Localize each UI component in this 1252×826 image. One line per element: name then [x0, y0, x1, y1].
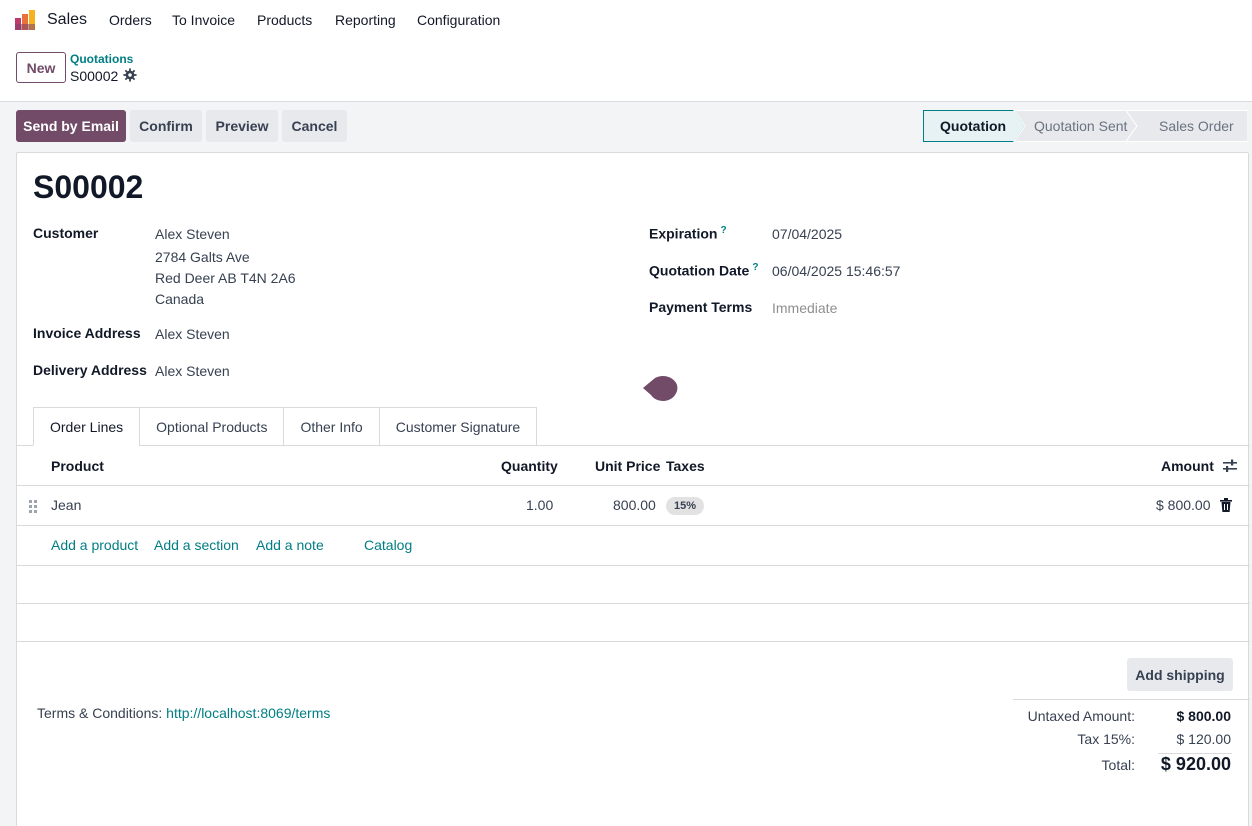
- nav-products[interactable]: Products: [257, 12, 312, 28]
- terms-label: Terms & Conditions:: [37, 705, 163, 721]
- delivery-address-field[interactable]: Alex Steven: [155, 363, 230, 379]
- quotation-date-label: Quotation Date?: [649, 262, 758, 279]
- drag-handle-icon[interactable]: [28, 499, 38, 513]
- payment-terms-field[interactable]: Immediate: [772, 300, 837, 316]
- control-panel: New Quotations S00002: [0, 40, 1252, 102]
- column-taxes[interactable]: Taxes: [666, 458, 705, 474]
- action-bar: Send by Email Confirm Preview Cancel Quo…: [0, 102, 1252, 152]
- row-unit-price[interactable]: 800.00: [613, 497, 656, 513]
- total-value: $ 920.00: [1160, 754, 1231, 774]
- cancel-button[interactable]: Cancel: [282, 110, 347, 142]
- help-icon[interactable]: ?: [752, 262, 758, 273]
- top-navbar: Sales Orders To Invoice Products Reporti…: [0, 0, 1252, 40]
- notebook-tabs: Order Lines Optional Products Other Info…: [33, 407, 538, 446]
- trash-icon[interactable]: [1220, 498, 1232, 512]
- expiration-label-text: Expiration: [649, 225, 718, 242]
- customer-name[interactable]: Alex Steven: [155, 226, 230, 242]
- nav-to-invoice[interactable]: To Invoice: [172, 12, 235, 28]
- invoice-address-field[interactable]: Alex Steven: [155, 326, 230, 342]
- tab-other-info[interactable]: Other Info: [283, 407, 380, 446]
- mouse-cursor-icon: [643, 376, 678, 401]
- help-icon[interactable]: ?: [720, 225, 726, 236]
- add-shipping-button[interactable]: Add shipping: [1127, 658, 1233, 691]
- column-amount[interactable]: Amount: [1161, 458, 1214, 474]
- tab-customer-signature[interactable]: Customer Signature: [378, 407, 538, 446]
- stage-quotation[interactable]: Quotation: [923, 110, 1025, 142]
- expiration-field[interactable]: 07/04/2025: [772, 226, 842, 242]
- add-line-row: Add a product Add a section Add a note C…: [17, 526, 1250, 566]
- customer-label: Customer: [33, 225, 99, 241]
- tab-optional-products[interactable]: Optional Products: [139, 407, 285, 446]
- stage-quotation-sent[interactable]: Quotation Sent: [1025, 110, 1137, 142]
- add-section-link[interactable]: Add a section: [154, 537, 239, 553]
- column-quantity[interactable]: Quantity: [501, 458, 558, 474]
- payment-terms-label: Payment Terms: [649, 299, 753, 315]
- delivery-address-label: Delivery Address: [33, 362, 147, 378]
- column-unit-price[interactable]: Unit Price: [595, 458, 660, 474]
- column-product[interactable]: Product: [51, 458, 104, 474]
- expiration-label: Expiration?: [649, 225, 727, 242]
- terms-and-conditions: Terms & Conditions: http://localhost:806…: [37, 705, 330, 721]
- add-product-link[interactable]: Add a product: [51, 537, 138, 553]
- nav-configuration[interactable]: Configuration: [417, 12, 500, 28]
- table-row[interactable]: Jean 1.00 800.00 15% $ 800.00: [17, 486, 1250, 526]
- quotation-date-field[interactable]: 06/04/2025 15:46:57: [772, 263, 900, 279]
- row-product[interactable]: Jean: [51, 497, 81, 513]
- customer-address-line-3: Canada: [155, 291, 205, 307]
- status-bar: Quotation Quotation Sent Sales Order: [923, 110, 1248, 142]
- tax-value: $ 120.00: [1176, 731, 1232, 747]
- tax-badge[interactable]: 15%: [666, 497, 705, 515]
- send-by-email-button[interactable]: Send by Email: [16, 110, 126, 142]
- catalog-link[interactable]: Catalog: [364, 537, 412, 553]
- order-name: S00002: [33, 169, 144, 205]
- table-header: Product Quantity Unit Price Taxes Amount: [17, 446, 1250, 486]
- tax-label: Tax 15%:: [1077, 731, 1135, 747]
- tab-order-lines[interactable]: Order Lines: [33, 407, 141, 446]
- customer-address-line-2: Red Deer AB T4N 2A6: [155, 270, 296, 286]
- stage-sales-order[interactable]: Sales Order: [1137, 110, 1248, 142]
- total-label: Total:: [1101, 757, 1135, 773]
- totals-divider: [1013, 699, 1250, 700]
- invoice-address-label: Invoice Address: [33, 325, 141, 341]
- preview-button[interactable]: Preview: [206, 110, 278, 142]
- new-button[interactable]: New: [16, 52, 66, 83]
- nav-reporting[interactable]: Reporting: [335, 12, 396, 28]
- add-note-link[interactable]: Add a note: [256, 537, 324, 553]
- breadcrumb-current: S00002: [70, 68, 119, 84]
- gear-icon[interactable]: [123, 68, 137, 82]
- customer-address-line-1: 2784 Galts Ave: [155, 249, 250, 265]
- sales-app-icon[interactable]: [14, 8, 38, 32]
- nav-orders[interactable]: Orders: [109, 12, 152, 28]
- untaxed-amount-label: Untaxed Amount:: [1027, 708, 1135, 724]
- empty-row: [17, 604, 1250, 642]
- quotation-date-label-text: Quotation Date: [649, 262, 750, 279]
- terms-link[interactable]: http://localhost:8069/terms: [166, 705, 330, 721]
- confirm-button[interactable]: Confirm: [130, 110, 202, 142]
- untaxed-amount-value: $ 800.00: [1176, 708, 1232, 724]
- optional-columns-icon[interactable]: [1222, 459, 1238, 473]
- app-name[interactable]: Sales: [47, 11, 87, 29]
- form-sheet: S00002 Customer Alex Steven 2784 Galts A…: [16, 152, 1250, 826]
- row-amount: $ 800.00: [1156, 497, 1211, 513]
- row-quantity[interactable]: 1.00: [526, 497, 553, 513]
- empty-row: [17, 566, 1250, 604]
- breadcrumb-quotations[interactable]: Quotations: [70, 52, 133, 66]
